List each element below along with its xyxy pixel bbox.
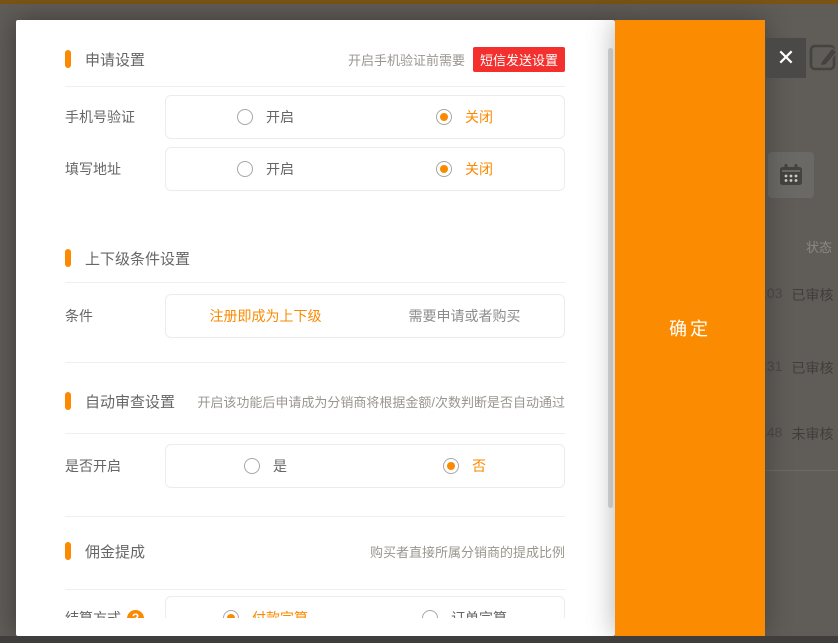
radio-unchecked-icon[interactable] [244,458,260,474]
calendar-icon [778,162,804,188]
auto-enabled-row: 是否开启 是 否 [65,444,565,488]
auto-review-description: 开启该功能后申请成为分销商将根据金额/次数判断是否自动通过 [197,392,565,411]
radio-unchecked-icon[interactable] [237,161,253,177]
option-label: 是 [273,456,287,476]
divider [65,86,565,87]
condition-option-group: 注册即成为上下级 需要申请或者购买 [165,294,565,338]
section-marker [65,50,71,68]
row-time: :31 [763,358,782,378]
background-bottom-bar [0,636,838,643]
option-label: 付款完算 [252,608,308,618]
section-title: 佣金提成 [85,541,145,562]
row-time: :03 [763,285,782,305]
modal-scrollbar-thumb[interactable] [608,48,613,508]
condition-label: 条件 [65,306,165,326]
settlement-option-order-settle[interactable]: 订单完算 [365,608,564,618]
radio-unchecked-icon[interactable] [422,610,438,618]
table-row: :31 已审核 [763,358,833,378]
sms-hint-text: 开启手机验证前需要 [348,50,465,69]
section-title: 申请设置 [85,49,145,70]
section-header-relation: 上下级条件设置 [65,247,565,269]
background-table-divider [766,470,838,471]
section-marker [65,392,71,410]
status-column-header: 状态 [806,237,832,256]
auto-enabled-option-yes[interactable]: 是 [166,456,365,476]
radio-checked-icon[interactable] [443,458,459,474]
divider [65,362,565,363]
option-label: 关闭 [465,159,493,179]
section-title: 上下级条件设置 [85,248,190,269]
table-row: :03 已审核 [763,285,833,305]
phone-verify-label: 手机号验证 [65,107,165,127]
fill-address-row: 填写地址 开启 关闭 [65,147,565,191]
settlement-row: 结算方式 ? 付款完算 订单完算 [65,596,565,618]
help-icon[interactable]: ? [127,610,144,619]
option-label: 订单完算 [451,608,507,618]
distribution-settings-modal: 申请设置 开启手机验证前需要 短信发送设置 手机号验证 开启 关闭 填写地址 [16,20,615,636]
option-label: 开启 [266,107,294,127]
close-button[interactable]: ✕ [766,38,806,78]
option-label: 关闭 [465,107,493,127]
phone-verify-radio-group: 开启 关闭 [165,95,565,139]
section-header-commission: 佣金提成 购买者直接所属分销商的提成比例 [65,540,565,562]
sms-settings-badge[interactable]: 短信发送设置 [473,47,565,72]
phone-verify-row: 手机号验证 开启 关闭 [65,95,565,139]
settlement-radio-group: 付款完算 订单完算 [165,596,565,618]
section-header-auto-review: 自动审查设置 开启该功能后申请成为分销商将根据金额/次数判断是否自动通过 [65,390,565,412]
confirm-button[interactable]: 确定 [615,20,765,636]
auto-enabled-radio-group: 是 否 [165,444,565,488]
background-app-topbar [0,0,838,4]
fill-address-option-off[interactable]: 关闭 [365,159,564,179]
divider [65,282,565,283]
section-header-application: 申请设置 开启手机验证前需要 短信发送设置 [65,48,565,70]
section-title: 自动审查设置 [85,391,175,412]
calendar-button [768,152,814,198]
auto-enabled-label: 是否开启 [65,456,165,476]
row-status: 已审核 [791,358,833,378]
option-label: 否 [472,456,486,476]
settlement-option-pay-settle[interactable]: 付款完算 [166,608,365,618]
section-marker [65,542,71,560]
modal-scroll-area: 申请设置 开启手机验证前需要 短信发送设置 手机号验证 开启 关闭 填写地址 [16,20,615,618]
radio-checked-icon[interactable] [436,109,452,125]
phone-verify-option-off[interactable]: 关闭 [365,107,564,127]
fill-address-radio-group: 开启 关闭 [165,147,565,191]
commission-description: 购买者直接所属分销商的提成比例 [370,542,565,561]
row-time: :48 [763,424,782,444]
condition-row: 条件 注册即成为上下级 需要申请或者购买 [65,294,565,338]
divider [65,516,565,517]
radio-checked-icon[interactable] [223,610,239,618]
settlement-label: 结算方式 ? [65,608,165,618]
table-row: :48 未审核 [763,424,833,444]
fill-address-label: 填写地址 [65,159,165,179]
close-icon: ✕ [777,47,795,69]
fill-address-option-on[interactable]: 开启 [166,159,365,179]
divider [65,433,565,434]
radio-checked-icon[interactable] [436,161,452,177]
option-register-as-subordinate[interactable]: 注册即成为上下级 [166,306,365,326]
phone-verify-option-on[interactable]: 开启 [166,107,365,127]
divider [65,589,565,590]
edit-icon [808,40,838,74]
row-status: 未审核 [791,424,833,444]
option-apply-or-purchase[interactable]: 需要申请或者购买 [365,306,564,326]
radio-unchecked-icon[interactable] [237,109,253,125]
option-label: 开启 [266,159,294,179]
auto-enabled-option-no[interactable]: 否 [365,456,564,476]
settlement-label-text: 结算方式 [65,608,121,618]
section-marker [65,249,71,267]
row-status: 已审核 [791,285,833,305]
